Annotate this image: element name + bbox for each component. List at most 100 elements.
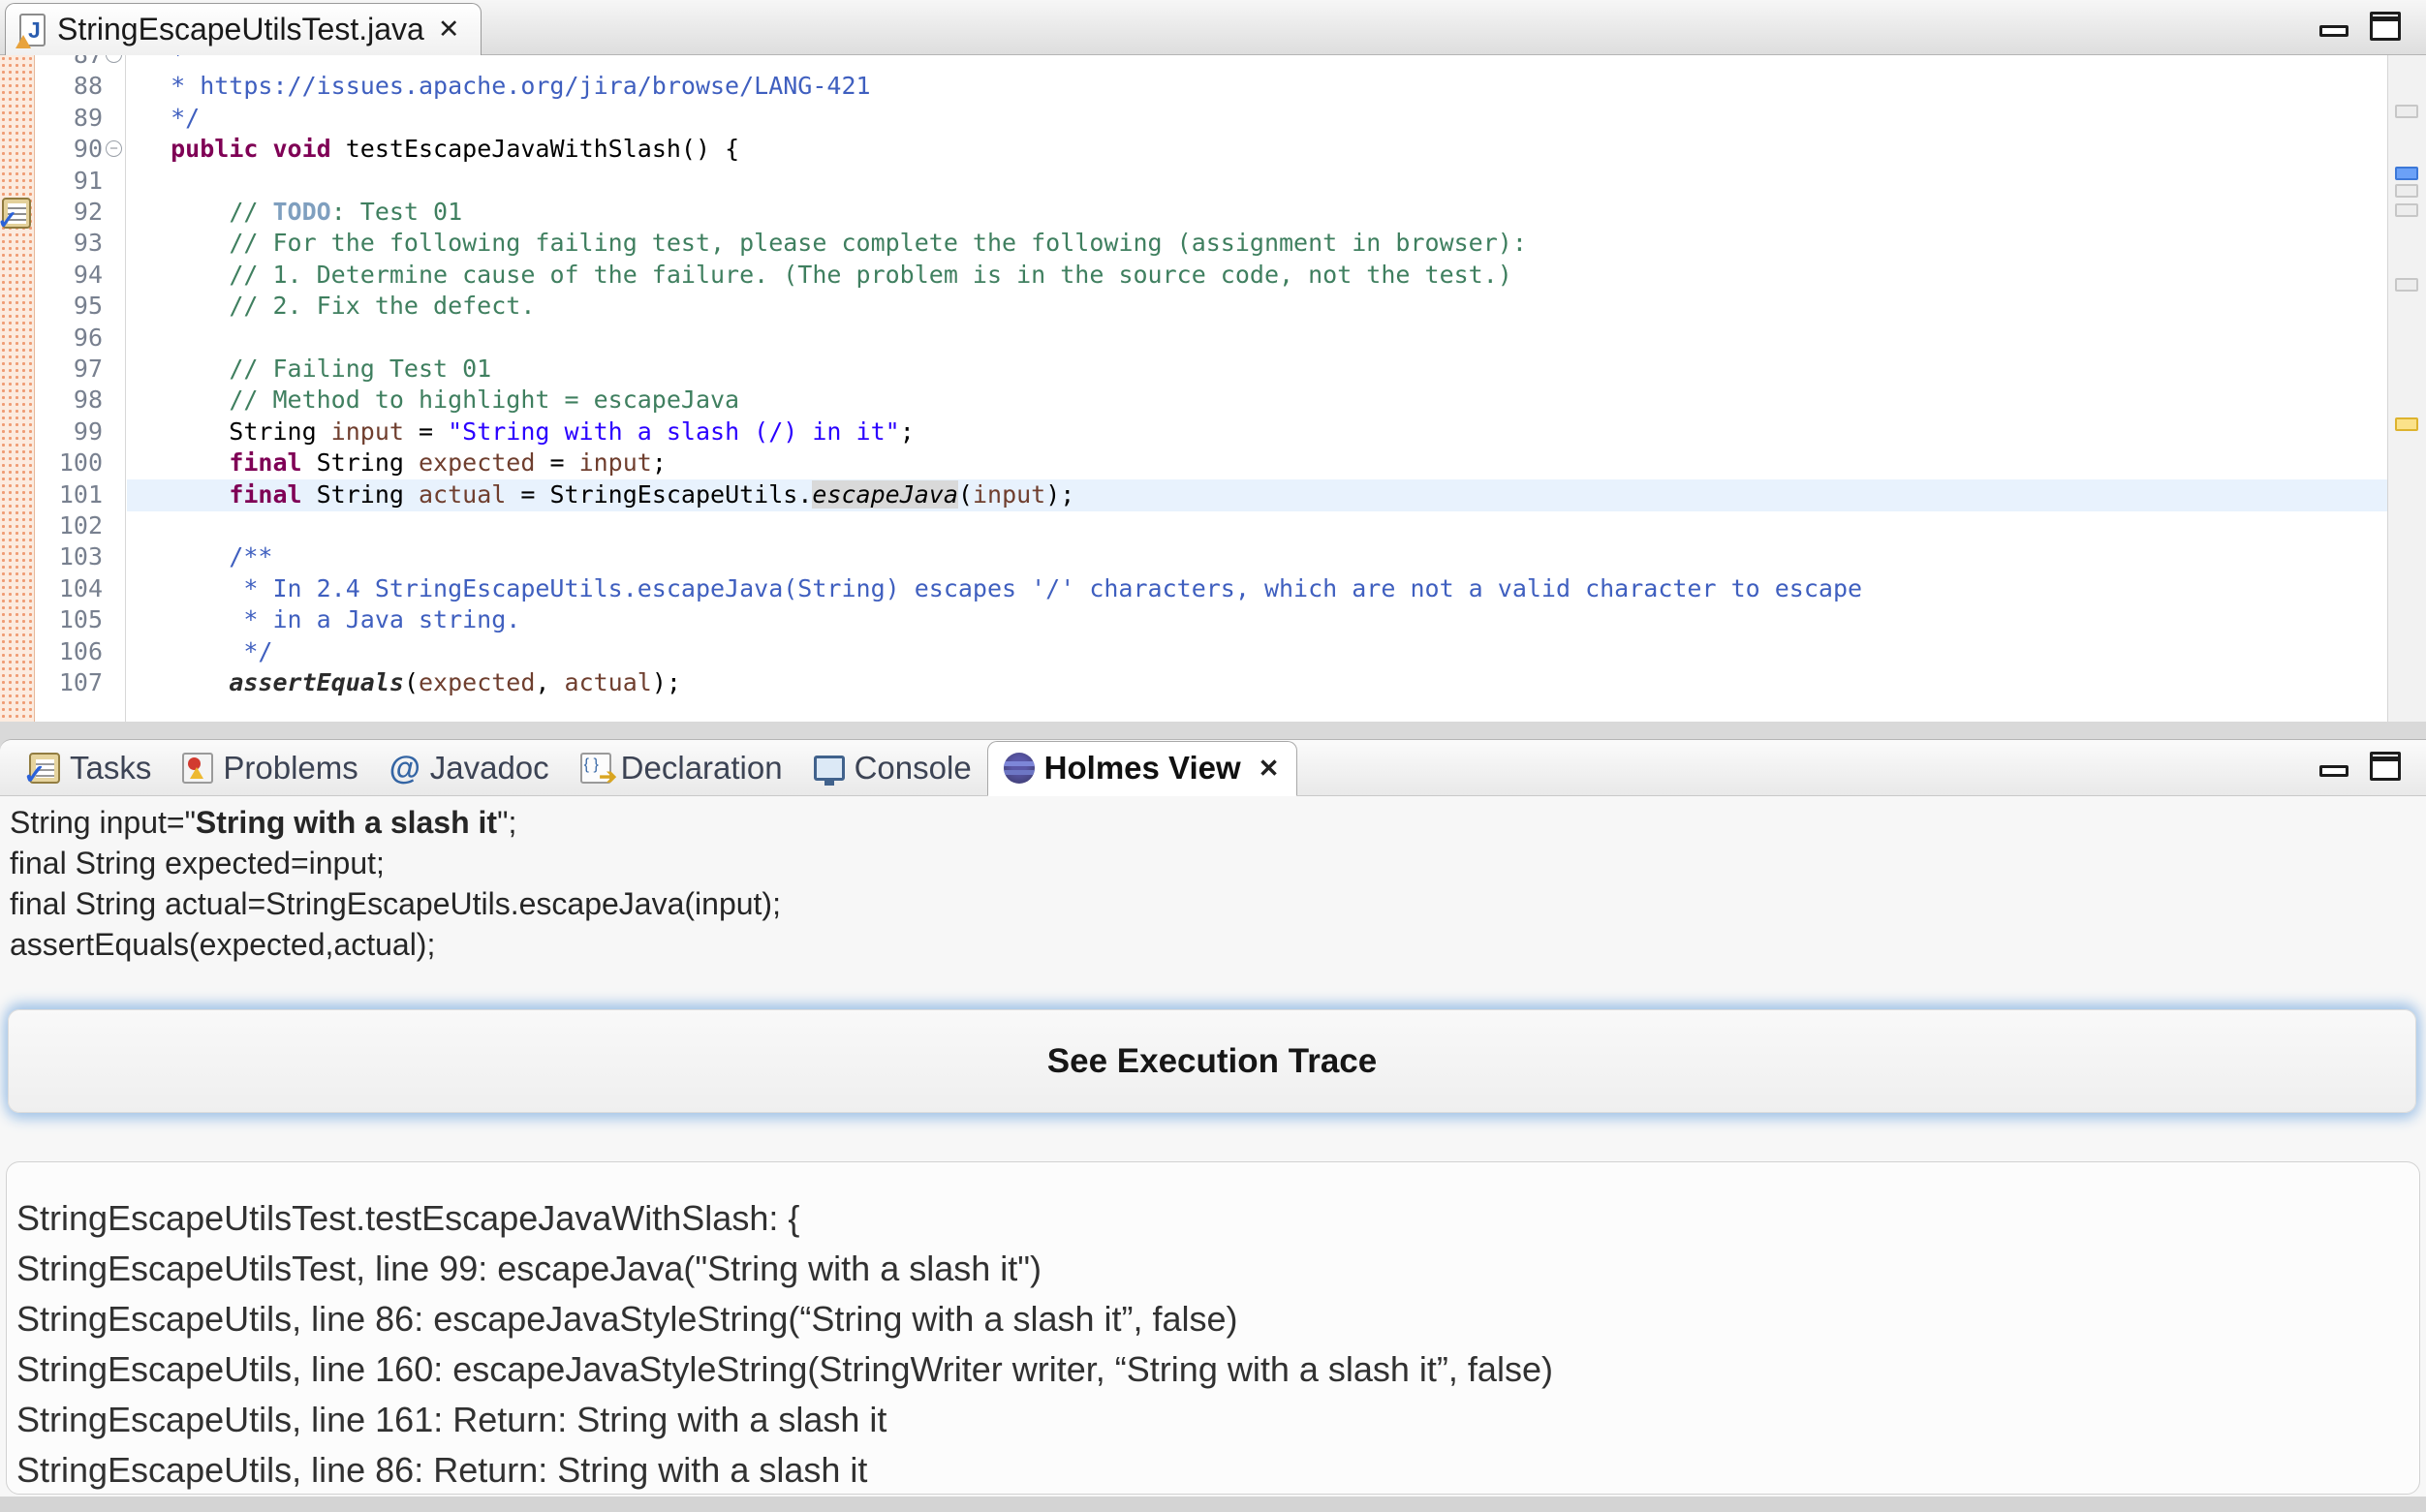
declaration-icon: [580, 753, 611, 784]
range-indicator-hatch: [0, 55, 35, 722]
maximize-icon[interactable]: [2370, 752, 2401, 781]
view-tab-problems[interactable]: Problems: [167, 740, 373, 795]
snippet-line: assertEquals(expected,actual);: [10, 924, 2416, 965]
trace-line: StringEscapeUtils, line 160: escapeJavaS…: [16, 1344, 2419, 1395]
trace-line: StringEscapeUtilsTest, line 99: escapeJa…: [16, 1244, 2419, 1294]
close-icon[interactable]: ✕: [436, 15, 462, 45]
line-number: 87: [39, 55, 103, 71]
holmes-icon: [1004, 753, 1035, 784]
gray-overview-marker[interactable]: [2395, 203, 2418, 217]
code-line[interactable]: */: [141, 636, 272, 667]
line-number: 100: [39, 447, 103, 478]
line-number: 106: [39, 636, 103, 667]
execution-trace-output: StringEscapeUtilsTest.testEscapeJavaWith…: [6, 1161, 2420, 1495]
line-number: 91: [39, 166, 103, 197]
view-tab-label: Declaration: [621, 750, 783, 787]
line-number: 98: [39, 385, 103, 416]
code-line[interactable]: // Failing Test 01: [141, 354, 491, 385]
line-number: 105: [39, 604, 103, 635]
line-number: 94: [39, 260, 103, 291]
code-line[interactable]: * in a Java string.: [141, 604, 520, 635]
line-number: 89: [39, 103, 103, 134]
holmes-code-snippet: String input="String with a slash it";fi…: [10, 802, 2416, 965]
line-number: 97: [39, 354, 103, 385]
view-tab-holmes-view[interactable]: Holmes View ✕: [987, 741, 1298, 796]
code-line[interactable]: final String actual = StringEscapeUtils.…: [141, 479, 1074, 510]
bottom-view-panel: Tasks Problems Javadoc Declaration Console Ho…: [0, 739, 2426, 1511]
line-number: 93: [39, 228, 103, 259]
overview-ruler[interactable]: [2387, 55, 2426, 722]
snippet-line: final String actual=StringEscapeUtils.es…: [10, 883, 2416, 924]
view-tab-console[interactable]: Console: [798, 740, 987, 795]
fold-collapse-icon[interactable]: −: [106, 55, 122, 63]
line-number: 92: [39, 197, 103, 228]
view-tab-label: Tasks: [70, 750, 151, 787]
code-line[interactable]: * In 2.4 StringEscapeUtils.escapeJava(St…: [141, 573, 1862, 604]
code-area[interactable]: * * https://issues.apache.org/jira/brows…: [0, 55, 2387, 722]
code-line[interactable]: String input = "String with a slash (/) …: [141, 417, 915, 447]
line-number: 103: [39, 541, 103, 572]
gray-overview-marker[interactable]: [2395, 105, 2418, 118]
annotation-ruler[interactable]: 87−888990−919293949596979899100101102103…: [0, 55, 126, 722]
code-line[interactable]: // 2. Fix the defect.: [141, 291, 535, 322]
view-tab-declaration[interactable]: Declaration: [565, 740, 798, 795]
task-marker-icon[interactable]: [2, 198, 31, 229]
trace-line: StringEscapeUtils, line 86: escapeJavaSt…: [16, 1294, 2419, 1344]
code-line[interactable]: public void testEscapeJavaWithSlash() {: [141, 134, 739, 165]
code-line[interactable]: */: [141, 103, 200, 134]
line-number: 88: [39, 71, 103, 102]
java-file-icon: [19, 14, 46, 46]
view-tab-label: Holmes View: [1044, 750, 1241, 787]
console-icon: [814, 756, 845, 781]
close-icon[interactable]: ✕: [1257, 754, 1282, 784]
view-tab-label: Problems: [223, 750, 358, 787]
gray-overview-marker[interactable]: [2395, 184, 2418, 198]
view-tab-bar: Tasks Problems Javadoc Declaration Console Ho…: [0, 740, 2426, 796]
minimize-icon[interactable]: [2319, 765, 2348, 777]
editor-window-buttons: [2319, 12, 2401, 41]
view-tab-javadoc[interactable]: Javadoc: [374, 740, 565, 795]
yellow-overview-marker[interactable]: [2395, 417, 2418, 431]
editor-tab-bar: StringEscapeUtilsTest.java ✕: [0, 0, 2426, 55]
trace-line: StringEscapeUtils, line 86: Return: Stri…: [16, 1445, 2419, 1495]
line-number: 102: [39, 510, 103, 541]
blue-overview-marker[interactable]: [2395, 167, 2418, 180]
maximize-icon[interactable]: [2370, 12, 2401, 41]
editor-tab-title: StringEscapeUtilsTest.java: [57, 12, 424, 47]
panel-window-buttons: [2319, 752, 2401, 781]
see-execution-trace-button[interactable]: See Execution Trace: [8, 1009, 2416, 1113]
editor-tab-stringescapeutilstest[interactable]: StringEscapeUtilsTest.java ✕: [5, 3, 482, 55]
line-number: 104: [39, 573, 103, 604]
javadoc-icon: [389, 753, 420, 784]
code-line[interactable]: *: [141, 55, 185, 71]
bottom-strip: [0, 1497, 2426, 1512]
snippet-line: final String expected=input;: [10, 843, 2416, 883]
line-number: 107: [39, 667, 103, 698]
code-line[interactable]: // TODO: Test 01: [141, 197, 462, 228]
snippet-line: String input="String with a slash it";: [10, 802, 2416, 843]
view-tab-label: Javadoc: [430, 750, 549, 787]
problems-icon: [182, 753, 213, 784]
code-line[interactable]: assertEquals(expected, actual);: [141, 667, 681, 698]
code-line[interactable]: // 1. Determine cause of the failure. (T…: [141, 260, 1512, 291]
tasks-icon: [29, 753, 60, 784]
code-editor[interactable]: * * https://issues.apache.org/jira/brows…: [0, 55, 2426, 722]
code-line[interactable]: final String expected = input;: [141, 447, 667, 478]
fold-collapse-icon[interactable]: −: [106, 140, 122, 157]
line-number: 101: [39, 479, 103, 510]
view-tab-tasks[interactable]: Tasks: [14, 740, 167, 795]
line-number: 99: [39, 417, 103, 447]
line-number: 95: [39, 291, 103, 322]
gray-overview-marker[interactable]: [2395, 278, 2418, 292]
line-number: 90: [39, 134, 103, 165]
line-number: 96: [39, 323, 103, 354]
code-line[interactable]: /**: [141, 541, 272, 572]
trace-line: StringEscapeUtilsTest.testEscapeJavaWith…: [16, 1193, 2419, 1244]
code-line[interactable]: // Method to highlight = escapeJava: [141, 385, 739, 416]
code-line[interactable]: * https://issues.apache.org/jira/browse/…: [141, 71, 871, 102]
code-line[interactable]: // For the following failing test, pleas…: [141, 228, 1527, 259]
holmes-view-content: String input="String with a slash it";fi…: [0, 796, 2426, 1512]
minimize-icon[interactable]: [2319, 25, 2348, 37]
trace-line: StringEscapeUtils, line 161: Return: Str…: [16, 1395, 2419, 1445]
view-tab-label: Console: [855, 750, 972, 787]
